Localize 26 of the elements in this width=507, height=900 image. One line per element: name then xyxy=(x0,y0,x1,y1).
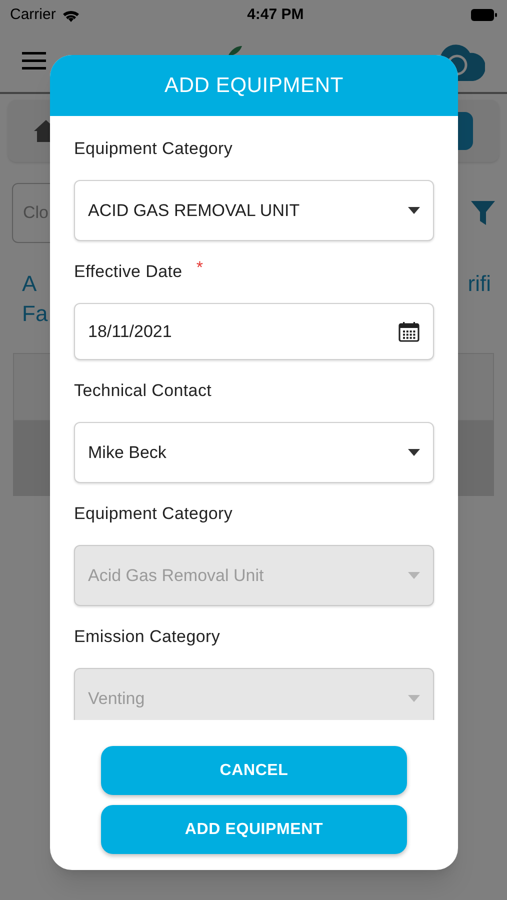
field-label: Effective Date xyxy=(74,261,182,283)
wifi-icon xyxy=(62,8,80,22)
page-title: rifi xyxy=(468,270,491,298)
page-title: Fa xyxy=(22,301,48,326)
page-title: A xyxy=(22,270,37,298)
field-label: Equipment Category xyxy=(74,138,233,160)
filter-icon[interactable] xyxy=(471,201,495,225)
caret-icon xyxy=(408,572,420,579)
carrier-label: Carrier xyxy=(10,4,56,25)
status-time: 4:47 PM xyxy=(247,4,304,25)
caret-icon xyxy=(408,449,420,456)
caret-icon xyxy=(408,207,420,214)
dialog-title: ADD EQUIPMENT xyxy=(164,72,344,99)
dropdown-field[interactable]: ACID GAS REMOVAL UNIT xyxy=(74,180,434,241)
field-label: Technical Contact xyxy=(74,380,212,402)
date-field[interactable]: 18/11/2021 xyxy=(74,303,434,360)
required-asterisk: * xyxy=(196,259,203,276)
battery-icon xyxy=(470,9,497,21)
field-label: Emission Category xyxy=(74,626,220,648)
dropdown-field[interactable]: Mike Beck xyxy=(74,422,434,483)
caret-icon xyxy=(408,695,420,702)
add-equipment-button[interactable]: ADD EQUIPMENT xyxy=(101,805,407,854)
field-label: Equipment Category xyxy=(74,503,233,525)
menu-icon[interactable] xyxy=(22,52,46,70)
calendar-icon xyxy=(398,320,420,342)
cancel-button[interactable]: CANCEL xyxy=(101,746,407,795)
